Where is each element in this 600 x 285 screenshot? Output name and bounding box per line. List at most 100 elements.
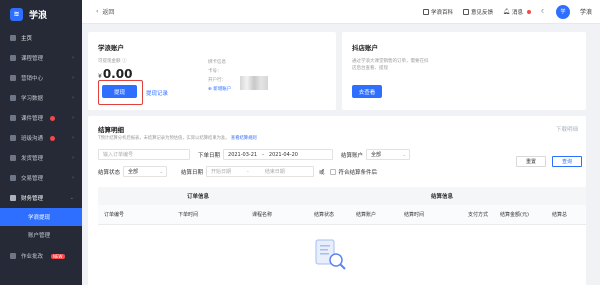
chevron-down-icon: ⌄ xyxy=(402,152,407,157)
theme-toggle-icon[interactable]: ☾ xyxy=(541,9,546,15)
settlement-tip: T预计结算分析后报表，未结算记录为预估值，实际以结算结果为准。 查看结算规则 xyxy=(98,136,257,141)
add-account-link[interactable]: ⊕ 新增账户 xyxy=(208,85,231,94)
empty-state-icon xyxy=(315,239,346,270)
col-settle-total: 结算总 xyxy=(552,212,568,218)
chevron-right-icon: › xyxy=(72,175,74,181)
finance-icon xyxy=(10,195,16,201)
withdraw-button[interactable]: 提现 xyxy=(102,85,137,98)
bank-info: 绑卡信息 卡号： 开户行： ⊕ 新增账户 xyxy=(208,60,232,94)
chevron-right-icon: › xyxy=(72,55,74,61)
chevron-right-icon: › xyxy=(72,155,74,161)
balance-label: 可提现金额 ⓘ xyxy=(98,59,127,64)
notification-dot xyxy=(527,9,532,14)
sidebar-item-courseware[interactable]: 课件管理 › xyxy=(0,108,82,128)
sidebar-item-courses[interactable]: 课程管理 › xyxy=(0,48,82,68)
reset-button[interactable]: 重置 xyxy=(516,156,546,167)
course-icon xyxy=(10,55,16,61)
table-header: 订单编号 下单时间 课程名称 结算状态 结算账户 结算时间 支付方式 结算金额(… xyxy=(98,205,586,225)
group-settle-info: 结算信息 xyxy=(430,194,453,200)
filter-row-1: 输入订单编号 下单日期 2021-03-21 - 2021-04-20 结算账户… xyxy=(98,149,411,160)
brand-name: 学浪 xyxy=(29,10,48,21)
download-detail-link[interactable]: 下载明细 xyxy=(556,125,578,133)
order-date-range[interactable]: 2021-03-21 - 2021-04-20 xyxy=(223,149,334,160)
sidebar-item-finance[interactable]: 财务管理 ⌄ xyxy=(0,188,82,208)
chevron-right-icon: › xyxy=(72,135,74,141)
shop-card: 抖店账户 通过学浪大课堂销售的订单，需要在抖店后台查看、提现 去查看 xyxy=(342,32,586,110)
feedback-icon xyxy=(463,8,470,15)
table-group-header: 订单信息 结算信息 xyxy=(98,187,586,205)
status-select[interactable]: 全部 ⌄ xyxy=(123,166,168,177)
marketing-icon xyxy=(10,75,16,81)
settlement-table: 订单信息 结算信息 订单编号 下单时间 课程名称 结算状态 结算账户 结算时间 … xyxy=(98,187,586,225)
col-settle-amount: 结算金额(元) xyxy=(500,212,529,218)
sidebar-item-shipping[interactable]: 发货管理 › xyxy=(0,148,82,168)
balance-amount: ¥0.00 xyxy=(98,67,133,81)
col-pay-method: 支付方式 xyxy=(468,212,489,218)
account-card: 学浪账户 可提现金额 ⓘ ¥0.00 提现 提现记录 绑卡信息 卡号： 开户行：… xyxy=(88,32,336,110)
chevron-left-icon: ‹ xyxy=(96,8,99,15)
settlement-detail-card: 结算明细 T预计结算分析后报表，未结算记录为预估值，实际以结算结果为准。 查看结… xyxy=(88,116,586,285)
chevron-right-icon: › xyxy=(72,115,74,121)
view-shop-button[interactable]: 去查看 xyxy=(352,85,382,98)
col-settle-account: 结算账户 xyxy=(356,212,377,218)
avatar[interactable]: 学 xyxy=(555,4,570,19)
chevron-right-icon: › xyxy=(72,95,74,101)
logo-icon: ≋ xyxy=(10,7,23,21)
home-icon xyxy=(10,35,16,41)
sidebar-item-homework[interactable]: 作业批改 NEW xyxy=(0,246,82,266)
chevron-down-icon: ⌄ xyxy=(159,169,164,174)
status-label: 结算状态 xyxy=(98,169,121,176)
info-icon[interactable]: ⓘ xyxy=(122,59,127,64)
filter-row-2: 结算状态 全部 ⌄ 结算日期 开始日期 - 结束日期 或 符合结算条件后 xyxy=(98,166,377,177)
masked-account-info xyxy=(240,76,268,90)
sidebar-item-class-chat[interactable]: 班级沟通 › xyxy=(0,128,82,148)
col-order-number: 订单编号 xyxy=(104,212,125,218)
chat-icon xyxy=(10,135,16,141)
account-card-title: 学浪账户 xyxy=(98,44,124,52)
sidebar: ≋ 学浪 主页 课程管理 › 营销中心 › 学习数据 › 课件管理 › 班级沟通… xyxy=(0,0,82,285)
homework-icon xyxy=(10,253,16,259)
order-number-input[interactable]: 输入订单编号 xyxy=(98,149,190,160)
folder-icon xyxy=(10,115,16,121)
settle-account-select[interactable]: 全部 ⌄ xyxy=(366,149,411,160)
book-icon xyxy=(423,8,430,15)
sidebar-item-marketing[interactable]: 营销中心 › xyxy=(0,68,82,88)
settle-condition-label: 符合结算条件后 xyxy=(338,169,378,176)
settle-date-range[interactable]: 开始日期 - 结束日期 xyxy=(206,166,315,177)
order-date-label: 下单日期 xyxy=(198,152,221,159)
settle-account-label: 结算账户 xyxy=(341,152,364,159)
new-badge: NEW xyxy=(51,253,65,259)
brand[interactable]: ≋ 学浪 xyxy=(0,0,82,28)
notification-dot xyxy=(50,115,56,121)
col-order-time: 下单时间 xyxy=(178,212,199,218)
shop-card-desc: 通过学浪大课堂销售的订单，需要在抖店后台查看、提现 xyxy=(352,59,429,71)
sidebar-item-learning-data[interactable]: 学习数据 › xyxy=(0,88,82,108)
chart-icon xyxy=(10,95,16,101)
settlement-rules-link[interactable]: 查看结算规则 xyxy=(231,136,257,141)
sidebar-item-transactions[interactable]: 交易管理 › xyxy=(0,168,82,188)
feedback-link[interactable]: 意见反馈 xyxy=(463,8,493,16)
wiki-link[interactable]: 学浪百科 xyxy=(423,8,453,16)
truck-icon xyxy=(10,155,16,161)
query-button[interactable]: 查询 xyxy=(552,156,582,167)
transaction-icon xyxy=(10,175,16,181)
settlement-title: 结算明细 xyxy=(98,126,124,134)
notification-dot xyxy=(50,135,56,141)
settle-date-label: 结算日期 xyxy=(181,169,204,176)
chevron-right-icon: › xyxy=(72,75,74,81)
user-name[interactable]: 学浪 xyxy=(580,7,592,16)
group-order-info: 订单信息 xyxy=(186,194,209,200)
messages-link[interactable]: 🔔︎ 消息 xyxy=(503,8,532,16)
or-label: 或 xyxy=(319,169,325,176)
withdraw-record-link[interactable]: 提现记录 xyxy=(146,89,168,97)
chevron-down-icon: ⌄ xyxy=(69,195,74,201)
topbar: ‹ 返回 学浪百科 意见反馈 🔔︎ 消息 ☾ 学 学浪 xyxy=(82,0,600,24)
sidebar-subitem-withdraw[interactable]: 学浪提现 xyxy=(0,208,82,226)
bell-icon: 🔔︎ xyxy=(503,8,511,15)
back-button[interactable]: ‹ 返回 xyxy=(96,7,114,16)
sidebar-subitem-account[interactable]: 账户管理 xyxy=(0,226,82,244)
col-settle-time: 结算时间 xyxy=(404,212,425,218)
shop-card-title: 抖店账户 xyxy=(352,44,378,52)
sidebar-item-home[interactable]: 主页 xyxy=(0,28,82,48)
settle-condition-checkbox[interactable] xyxy=(329,168,336,175)
